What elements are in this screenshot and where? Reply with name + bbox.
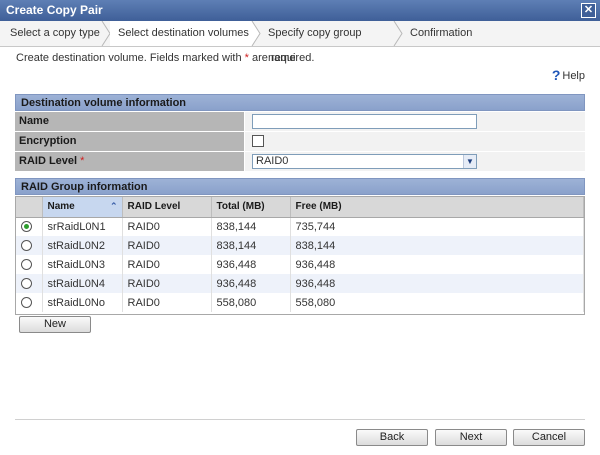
step-select-copy-type: Select a copy type [10, 27, 100, 39]
name-row: Name [15, 112, 585, 131]
table-row[interactable]: stRaidL0No RAID0 558,080 558,080 [16, 293, 584, 312]
cell-total: 838,144 [211, 236, 291, 255]
sort-ascending-icon: ⌃ [109, 201, 118, 212]
next-button[interactable]: Next [435, 429, 507, 446]
raid-level-row: RAID Level * RAID0 ▼ [15, 152, 585, 171]
step-separator-icon [250, 21, 261, 46]
raid-group-table: Name ⌃ RAID Level Total (MB) Free (MB) sr… [15, 196, 585, 315]
cell-total: 936,448 [211, 274, 291, 293]
cell-free: 936,448 [290, 255, 584, 274]
destination-volume-section-header: Destination volume information [15, 94, 585, 111]
footer-divider [15, 419, 585, 420]
close-icon: ✕ [583, 4, 594, 16]
table-row[interactable]: srRaidL0N1 RAID0 838,144 735,744 [16, 217, 584, 236]
help-link[interactable]: ? Help [552, 67, 585, 83]
instruction-text: Create destination volume. Fields marked… [16, 52, 315, 64]
cell-raid-level: RAID0 [122, 293, 212, 312]
cell-free: 735,744 [290, 217, 584, 236]
encryption-row: Encryption [15, 132, 585, 151]
column-header-free[interactable]: Free (MB) [290, 197, 584, 218]
cell-raid-level: RAID0 [122, 236, 212, 255]
column-header-total[interactable]: Total (MB) [211, 197, 291, 218]
cell-free: 936,448 [290, 274, 584, 293]
encryption-label: Encryption [15, 132, 244, 151]
name-label: Name [15, 112, 244, 131]
step-separator-icon [393, 21, 403, 46]
step-select-destination-volumes: Select destination volumes [110, 21, 252, 46]
row-radio-button[interactable] [21, 240, 32, 252]
step-confirmation: Confirmation [410, 27, 473, 39]
row-radio-button[interactable] [21, 297, 32, 309]
cell-total: 838,144 [211, 217, 291, 236]
raid-level-select[interactable]: RAID0 ▼ [252, 154, 477, 169]
cell-total: 936,448 [211, 255, 291, 274]
raid-level-label: RAID Level * [15, 152, 244, 171]
encryption-checkbox[interactable] [252, 135, 264, 147]
table-row[interactable]: stRaidL0N4 RAID0 936,448 936,448 [16, 274, 584, 293]
cell-raid-level: RAID0 [122, 274, 212, 293]
cell-raid-level: RAID0 [122, 217, 212, 236]
cell-free: 838,144 [290, 236, 584, 255]
cell-raid-level: RAID0 [122, 255, 212, 274]
help-icon: ? [551, 67, 561, 83]
cell-name: stRaidL0N4 [42, 274, 123, 293]
cell-free: 558,080 [290, 293, 584, 312]
column-header-raid-level[interactable]: RAID Level [122, 197, 212, 218]
close-button[interactable]: ✕ [581, 3, 596, 18]
cell-name: stRaidL0No [42, 293, 123, 312]
chevron-down-icon: ▼ [463, 155, 476, 168]
window-title: Create Copy Pair [6, 3, 103, 17]
window-title-bar: Create Copy Pair ✕ [0, 0, 600, 21]
cell-name: stRaidL0N3 [42, 255, 123, 274]
column-header-name[interactable]: Name ⌃ [42, 197, 123, 218]
cancel-button[interactable]: Cancel [513, 429, 585, 446]
wizard-steps: Select a copy type Select destination vo… [0, 21, 600, 64]
raid-group-section-header: RAID Group information [15, 178, 585, 195]
row-radio-button[interactable] [21, 221, 32, 233]
cell-name: srRaidL0N1 [42, 217, 123, 236]
row-radio-button[interactable] [21, 278, 32, 290]
name-input[interactable] [252, 114, 477, 129]
help-label: Help [562, 70, 585, 82]
table-row[interactable]: stRaidL0N3 RAID0 936,448 936,448 [16, 255, 584, 274]
new-button[interactable]: New [19, 316, 91, 333]
column-header-select [16, 197, 43, 218]
back-button[interactable]: Back [356, 429, 428, 446]
step-specify-copy-group-name: Specify copy group name [268, 27, 362, 64]
row-radio-button[interactable] [21, 259, 32, 271]
cell-total: 558,080 [211, 293, 291, 312]
table-row[interactable]: stRaidL0N2 RAID0 838,144 838,144 [16, 236, 584, 255]
cell-name: stRaidL0N2 [42, 236, 123, 255]
